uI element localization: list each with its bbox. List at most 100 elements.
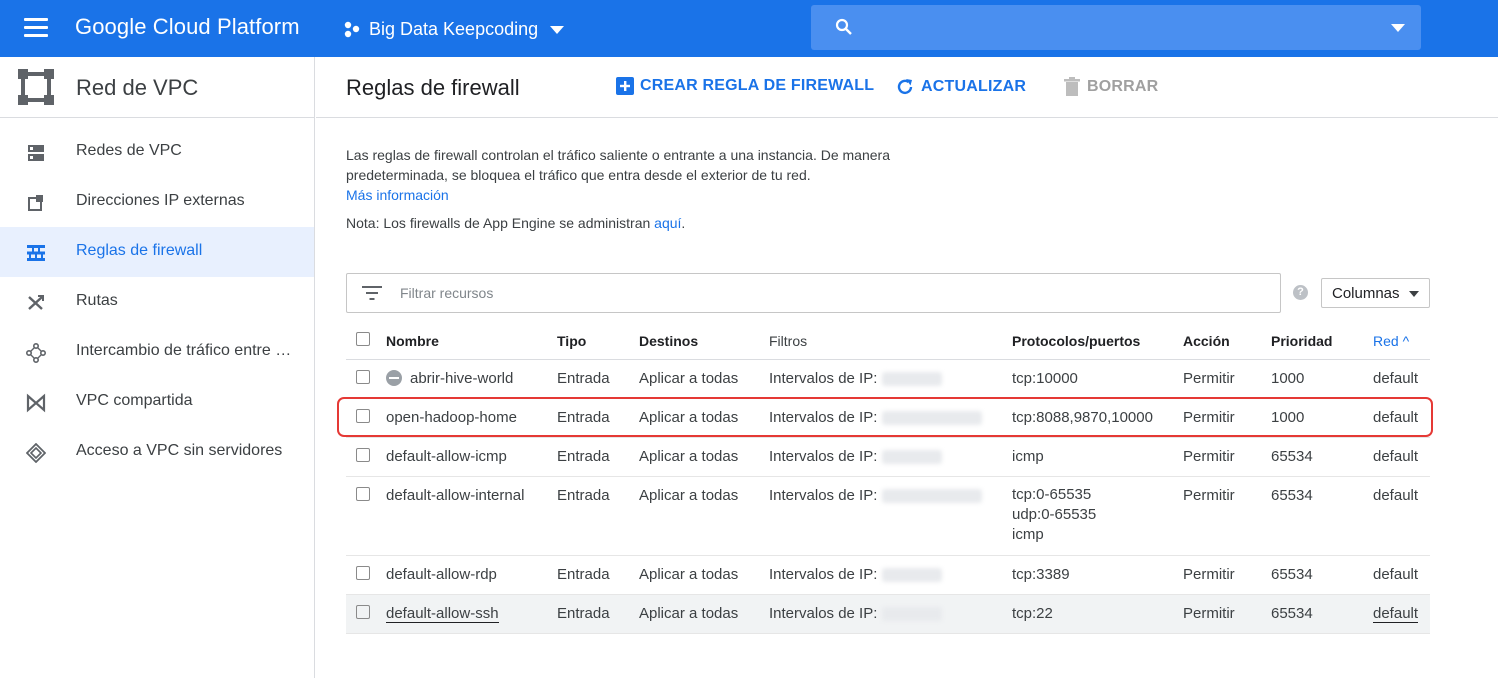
firewall-rules-table: Nombre Tipo Destinos Filtros Protocolos/… (346, 323, 1430, 634)
filter-placeholder: Filtrar recursos (400, 285, 494, 301)
rule-name[interactable]: open-hadoop-home (386, 398, 557, 438)
column-type[interactable]: Tipo (557, 323, 639, 360)
rule-action: Permitir (1183, 555, 1271, 595)
table-row[interactable]: abrir-hive-world Entrada Aplicar a todas… (346, 359, 1430, 399)
description: Las reglas de firewall controlan el tráf… (346, 145, 906, 205)
column-name[interactable]: Nombre (386, 323, 557, 360)
rule-name[interactable]: abrir-hive-world (410, 370, 513, 387)
sidebar-item-label: Acceso a VPC sin servidores (76, 442, 283, 459)
table-row[interactable]: default-allow-icmp Entrada Aplicar a tod… (346, 437, 1430, 477)
table-row[interactable]: default-allow-internal Entrada Aplicar a… (346, 476, 1430, 556)
learn-more-link[interactable]: Más información (346, 187, 449, 203)
rule-network[interactable]: default (1373, 359, 1430, 399)
rule-network[interactable]: default (1373, 555, 1430, 595)
column-filters[interactable]: Filtros (769, 323, 1012, 360)
select-all-checkbox[interactable] (356, 332, 370, 347)
search-input[interactable] (811, 5, 1421, 50)
rule-name[interactable]: default-allow-rdp (386, 555, 557, 595)
columns-dropdown[interactable]: Columnas (1321, 278, 1430, 308)
sidebar-item-peering[interactable]: Intercambio de tráfico entre … (0, 327, 314, 377)
chevron-down-icon (550, 26, 565, 34)
sidebar-item-label: Redes de VPC (76, 142, 182, 159)
rule-priority: 65534 (1271, 594, 1373, 634)
sidebar-item-routes[interactable]: Rutas (0, 277, 314, 327)
rule-network[interactable]: default (1373, 476, 1430, 556)
delete-button[interactable]: BORRAR (1063, 77, 1158, 97)
column-action[interactable]: Acción (1183, 323, 1271, 360)
rule-action: Permitir (1183, 476, 1271, 556)
vpc-network-logo-icon (18, 69, 54, 105)
rule-name[interactable]: default-allow-icmp (386, 437, 557, 477)
sort-ascending-icon: ^ (1402, 332, 1410, 349)
column-protocols[interactable]: Protocolos/puertos (1012, 323, 1183, 360)
rule-priority: 65534 (1271, 555, 1373, 595)
rule-network[interactable]: default (1373, 437, 1430, 477)
here-link[interactable]: aquí (654, 215, 681, 231)
create-firewall-rule-button[interactable]: CREAR REGLA DE FIREWALL (616, 77, 874, 95)
rule-name[interactable]: default-allow-ssh (386, 604, 499, 623)
page-title: Reglas de firewall (346, 75, 520, 100)
search-icon (835, 18, 852, 35)
redacted-ip (881, 606, 942, 621)
rule-priority: 65534 (1271, 437, 1373, 477)
project-selector[interactable]: Big Data Keepcoding (343, 16, 565, 42)
column-network[interactable]: Red ^ (1373, 323, 1430, 360)
row-checkbox[interactable] (356, 486, 370, 501)
rule-type: Entrada (557, 594, 639, 634)
sidebar-item-vpc-networks[interactable]: Redes de VPC (0, 127, 314, 177)
rule-network[interactable]: default (1373, 398, 1430, 438)
rule-type: Entrada (557, 555, 639, 595)
rule-priority: 65534 (1271, 476, 1373, 556)
refresh-button[interactable]: ACTUALIZAR (895, 77, 1026, 97)
rule-type: Entrada (557, 437, 639, 477)
sidebar-item-shared-vpc[interactable]: VPC compartida (0, 377, 314, 427)
brand-title[interactable]: Google Cloud Platform (75, 14, 300, 40)
row-checkbox[interactable] (356, 369, 370, 384)
redacted-ip (881, 410, 982, 425)
rule-type: Entrada (557, 359, 639, 399)
sidebar-item-serverless-access[interactable]: Acceso a VPC sin servidores (0, 427, 314, 477)
search-dropdown-icon[interactable] (1391, 24, 1405, 32)
rule-targets: Aplicar a todas (639, 594, 769, 634)
sidebar-title: Red de VPC (76, 75, 199, 100)
menu-icon[interactable] (24, 18, 48, 38)
project-icon (344, 21, 360, 38)
row-checkbox[interactable] (356, 565, 370, 580)
rule-action: Permitir (1183, 594, 1271, 634)
table-row[interactable]: default-allow-ssh Entrada Aplicar a toda… (346, 594, 1430, 634)
rule-filters: Intervalos de IP: (769, 369, 878, 387)
refresh-icon (897, 79, 913, 95)
help-icon[interactable]: ? (1293, 285, 1308, 300)
row-checkbox[interactable] (356, 604, 370, 619)
app-engine-note: Nota: Los firewalls de App Engine se adm… (346, 215, 685, 231)
rule-protocols: tcp:3389 (1012, 555, 1183, 595)
delete-label: BORRAR (1087, 78, 1159, 95)
redacted-ip (881, 449, 942, 464)
top-app-bar: Google Cloud Platform Big Data Keepcodin… (0, 0, 1498, 57)
rule-network[interactable]: default (1373, 604, 1419, 623)
column-targets[interactable]: Destinos (639, 323, 769, 360)
rule-protocols: tcp:0-65535 udp:0-65535 icmp (1012, 476, 1183, 556)
filter-icon (362, 286, 382, 300)
rule-targets: Aplicar a todas (639, 437, 769, 477)
redacted-ip (881, 488, 982, 503)
note-text: Nota: Los firewalls de App Engine se adm… (346, 215, 655, 231)
sidebar: Red de VPC Redes de VPC Direcciones IP e… (0, 57, 315, 678)
rule-name[interactable]: default-allow-internal (386, 476, 557, 556)
table-row[interactable]: default-allow-rdp Entrada Aplicar a toda… (346, 555, 1430, 595)
rule-filters: Intervalos de IP: (769, 565, 878, 583)
sidebar-item-firewall-rules[interactable]: Reglas de firewall (0, 227, 314, 277)
sidebar-item-external-ip[interactable]: Direcciones IP externas (0, 177, 314, 227)
row-checkbox[interactable] (356, 408, 370, 423)
row-checkbox[interactable] (356, 447, 370, 462)
chevron-down-icon (1409, 291, 1419, 297)
rule-action: Permitir (1183, 398, 1271, 438)
rule-action: Permitir (1183, 359, 1271, 399)
column-priority[interactable]: Prioridad (1271, 323, 1373, 360)
refresh-label: ACTUALIZAR (921, 78, 1027, 95)
page-header: Reglas de firewall CREAR REGLA DE FIREWA… (316, 57, 1498, 118)
table-row[interactable]: open-hadoop-home Entrada Aplicar a todas… (346, 398, 1430, 438)
sidebar-item-label: Intercambio de tráfico entre … (76, 342, 292, 359)
rule-targets: Aplicar a todas (639, 359, 769, 399)
filter-input[interactable]: Filtrar recursos (346, 273, 1281, 313)
